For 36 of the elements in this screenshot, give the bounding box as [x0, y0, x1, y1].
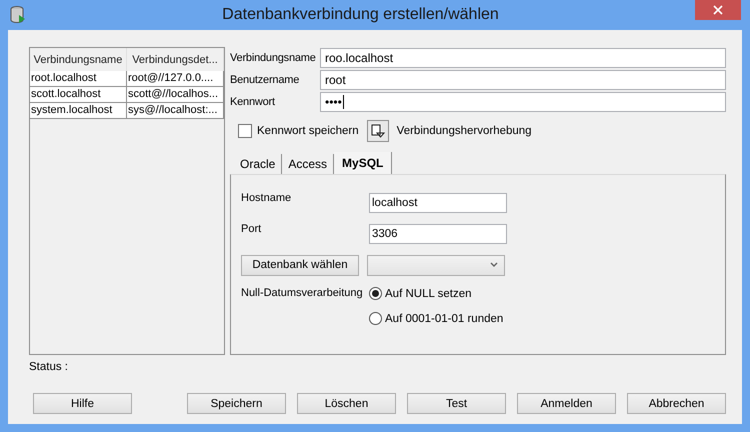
table-cell[interactable]: scott.localhost — [30, 87, 127, 103]
choose-database-button[interactable]: Datenbank wählen — [241, 254, 359, 276]
dialog-button[interactable]: Test — [407, 393, 506, 414]
status-label: Status : — [29, 361, 68, 373]
input-field[interactable]: 3306 — [369, 224, 507, 244]
table-cell[interactable]: system.localhost — [30, 103, 127, 119]
save-password-checkbox[interactable]: Kennwort speichern — [238, 124, 359, 138]
dialog-button[interactable]: Hilfe — [33, 393, 132, 414]
dialog-button[interactable]: Anmelden — [517, 393, 616, 414]
input-field[interactable]: localhost — [369, 193, 507, 213]
chevron-down-icon — [490, 262, 498, 268]
close-button[interactable] — [695, 0, 741, 20]
window-title: Datenbankverbindung erstellen/wählen — [221, 6, 500, 24]
radio-option[interactable]: Auf 0001-01-01 runden — [369, 312, 504, 325]
dialog-button[interactable]: Speichern — [187, 393, 286, 414]
tab[interactable]: MySQL — [334, 152, 392, 174]
table-cell[interactable]: sys@//localhost:... — [127, 103, 224, 119]
database-icon — [10, 6, 26, 24]
highlight-label: Verbindungshervorhebung — [396, 125, 532, 137]
field-label: Hostname — [241, 192, 292, 204]
dialog-button[interactable]: Löschen — [297, 393, 396, 414]
table-cell[interactable]: root.localhost — [30, 71, 127, 87]
dialog-button[interactable]: Abbrechen — [627, 393, 726, 414]
color-picker-button[interactable] — [366, 120, 389, 142]
input-field[interactable]: roo.localhost — [320, 48, 726, 68]
field-label: Port — [241, 223, 262, 235]
field-label: Verbindungsname — [230, 52, 317, 64]
null-date-label: Null-Datumsverarbeitung — [241, 287, 364, 299]
field-label: Benutzername — [230, 74, 300, 86]
input-field[interactable]: root — [320, 70, 726, 90]
table-cell[interactable]: scott@//localhos... — [127, 87, 224, 103]
table-cell[interactable]: root@//127.0.0.... — [127, 71, 224, 87]
close-icon — [713, 5, 723, 15]
input-field[interactable]: •••• — [320, 92, 726, 112]
field-label: Kennwort — [230, 96, 276, 108]
radio-option[interactable]: Auf NULL setzen — [369, 287, 504, 300]
